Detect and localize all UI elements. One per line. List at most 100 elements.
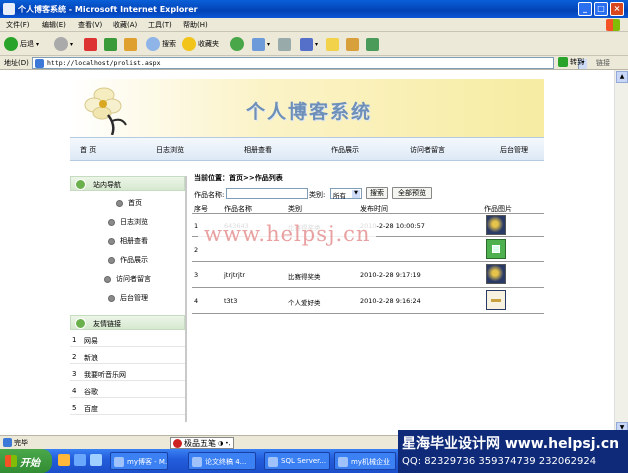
task-my-company[interactable]: my机械企业	[334, 452, 396, 470]
menu-tools[interactable]: 工具(T)	[148, 20, 172, 30]
address-input[interactable]: http://localhost/prolist.aspx ▾	[32, 57, 587, 69]
nav-admin[interactable]: 后台管理	[500, 145, 528, 155]
site-nav-header: 站内导航	[70, 176, 185, 191]
cell-no: 2	[194, 246, 199, 254]
task-thesis[interactable]: 论文终稿 4...	[188, 452, 256, 470]
link-number: 4	[72, 387, 77, 395]
nav-guestbook[interactable]: 访问者留言	[410, 145, 445, 155]
menu-help[interactable]: 帮助(H)	[183, 20, 208, 30]
print-button[interactable]	[278, 36, 291, 52]
edit-button[interactable]: ▾	[300, 36, 318, 52]
vertical-scrollbar[interactable]: ▲ ▼	[614, 70, 628, 435]
table-header: 序号 作品名称 类别 发布时间 作品图片	[192, 202, 544, 214]
forward-button[interactable]: ▾	[54, 36, 73, 52]
nav-works[interactable]: 作品展示	[331, 145, 359, 155]
sidebar-item-works[interactable]: 作品展示	[108, 255, 148, 265]
type-select[interactable]: 所有 ▼	[330, 188, 362, 200]
links-button[interactable]: 链接	[596, 58, 610, 68]
ime-toolbar[interactable]: 极品五笔 ◑ •,	[170, 437, 234, 449]
sidebar-item-label: 日志浏览	[120, 218, 148, 226]
friend-link[interactable]: 4 谷歌	[70, 385, 185, 398]
bullet-icon	[104, 275, 111, 283]
scroll-up-icon[interactable]: ▲	[616, 71, 628, 83]
task-label: my机械企业	[351, 458, 390, 466]
status-text: 完毕	[14, 439, 28, 447]
windows-logo-icon	[5, 455, 17, 467]
work-name-input[interactable]	[226, 188, 308, 199]
cell-name[interactable]: jtrjtrjtr	[224, 271, 245, 279]
work-thumbnail[interactable]	[486, 239, 506, 259]
print-icon	[278, 37, 291, 51]
sidebar: 站内导航 首页 日志浏览 相册查看 作品展示 访问者留言 后台管理 友情链接 1…	[70, 176, 187, 422]
menu-view[interactable]: 查看(V)	[78, 20, 102, 30]
friend-link[interactable]: 3 我要听音乐网	[70, 368, 185, 381]
nav-album[interactable]: 相册查看	[244, 145, 272, 155]
top-nav: 首 页 日志浏览 相册查看 作品展示 访问者留言 后台管理	[70, 137, 544, 161]
favorites-button[interactable]: 收藏夹	[182, 36, 219, 52]
task-sql-server[interactable]: SQL Server...	[264, 452, 330, 470]
work-thumbnail[interactable]	[486, 290, 506, 310]
history-icon	[230, 37, 244, 51]
minimize-button[interactable]: _	[578, 2, 592, 16]
close-button[interactable]: ×	[610, 2, 624, 16]
ie-quicklaunch-icon[interactable]	[74, 454, 86, 466]
nav-blog[interactable]: 日志浏览	[156, 145, 184, 155]
sidebar-item-admin[interactable]: 后台管理	[108, 293, 148, 303]
back-button[interactable]: 后退 ▾	[4, 36, 39, 52]
history-button[interactable]	[230, 36, 244, 52]
menu-bar: 文件(F) 编辑(E) 查看(V) 收藏(A) 工具(T) 帮助(H)	[0, 18, 628, 32]
sidebar-item-label: 访问者留言	[116, 275, 151, 283]
research-button[interactable]	[346, 36, 359, 52]
menu-edit[interactable]: 编辑(E)	[42, 20, 66, 30]
sidebar-item-blog[interactable]: 日志浏览	[108, 217, 148, 227]
sidebar-item-home[interactable]: 首页	[116, 198, 142, 208]
sql-icon	[268, 457, 278, 467]
toolbar: 后退 ▾ ▾ 搜索 收藏夹 ▾ ▾	[0, 32, 628, 56]
sidebar-item-label: 首页	[128, 199, 142, 207]
search-button[interactable]: 搜索	[146, 36, 176, 52]
smiley-icon	[75, 179, 86, 190]
friend-link[interactable]: 5 百度	[70, 402, 185, 415]
start-button[interactable]: 开始	[0, 449, 52, 473]
go-button[interactable]: 转到	[558, 57, 584, 67]
bullet-icon	[116, 199, 123, 207]
messenger-button[interactable]	[366, 36, 379, 52]
refresh-button[interactable]	[104, 36, 117, 52]
cell-time: 2010-2-28 9:17:19	[360, 271, 421, 279]
nav-home[interactable]: 首 页	[80, 145, 96, 155]
sidebar-item-guestbook[interactable]: 访问者留言	[104, 274, 151, 284]
desktop-icon[interactable]	[90, 454, 102, 466]
stop-button[interactable]	[84, 36, 97, 52]
menu-file[interactable]: 文件(F)	[6, 20, 30, 30]
work-thumbnail[interactable]	[486, 215, 506, 235]
sidebar-item-album[interactable]: 相册查看	[108, 236, 148, 246]
mail-button[interactable]: ▾	[252, 36, 270, 52]
forward-arrow-icon	[54, 37, 68, 51]
task-label: 论文终稿 4...	[205, 458, 247, 466]
sidebar-item-label: 后台管理	[120, 294, 148, 302]
preview-all-button[interactable]: 全部预览	[392, 187, 432, 199]
search-icon	[146, 37, 160, 51]
site-nav-title: 站内导航	[93, 181, 121, 189]
start-label: 开始	[20, 458, 40, 469]
task-my-blog[interactable]: my博客 - M...	[110, 452, 168, 470]
maximize-button[interactable]: □	[594, 2, 608, 16]
friend-link[interactable]: 1 网易	[70, 334, 185, 347]
type-label: 类别:	[309, 191, 326, 199]
friend-link[interactable]: 2 新浪	[70, 351, 185, 364]
work-thumbnail[interactable]	[486, 264, 506, 284]
back-arrow-icon	[4, 37, 18, 51]
col-header: 类别	[288, 205, 302, 213]
link-number: 1	[72, 336, 77, 344]
home-button[interactable]	[124, 36, 137, 52]
cell-name[interactable]: t3t3	[224, 297, 237, 305]
title-bar: 个人博客系统 - Microsoft Internet Explorer _ □…	[0, 0, 628, 18]
type-selected-value: 所有	[333, 192, 346, 200]
word-icon	[192, 457, 202, 467]
search-submit-button[interactable]: 搜索	[366, 187, 388, 199]
menu-favorites[interactable]: 收藏(A)	[113, 20, 137, 30]
col-header: 发布时间	[360, 205, 388, 213]
ime-name: 极品五笔	[184, 438, 216, 448]
quicklaunch-icon[interactable]	[58, 454, 70, 466]
discuss-button[interactable]	[326, 36, 339, 52]
